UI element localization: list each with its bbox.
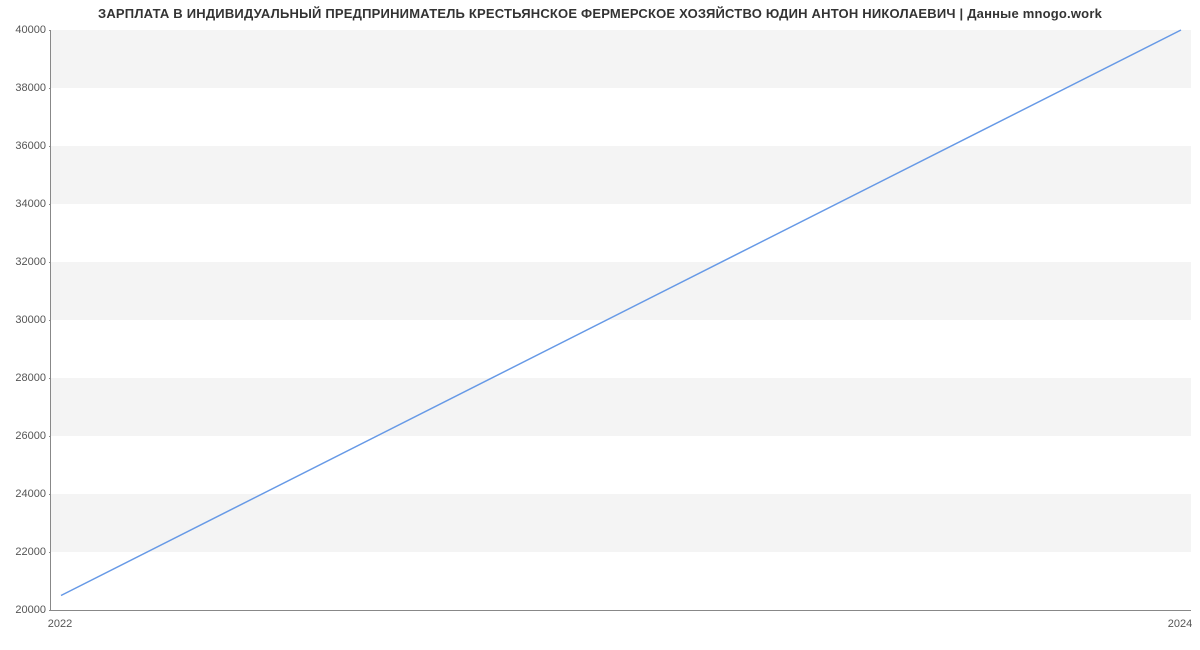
x-tick: 2022 — [48, 614, 72, 630]
plot-area — [50, 30, 1191, 611]
y-tick: 26000 — [15, 430, 46, 442]
line-series — [51, 30, 1191, 610]
y-tick: 38000 — [15, 82, 46, 94]
y-tick: 36000 — [15, 140, 46, 152]
y-tick: 22000 — [15, 546, 46, 558]
y-tick: 32000 — [15, 256, 46, 268]
x-tick: 2024 — [1168, 614, 1192, 630]
chart-title: ЗАРПЛАТА В ИНДИВИДУАЛЬНЫЙ ПРЕДПРИНИМАТЕЛ… — [0, 6, 1200, 21]
y-tick: 28000 — [15, 372, 46, 384]
y-tick: 40000 — [15, 24, 46, 36]
y-tick: 34000 — [15, 198, 46, 210]
salary-chart: ЗАРПЛАТА В ИНДИВИДУАЛЬНЫЙ ПРЕДПРИНИМАТЕЛ… — [0, 0, 1200, 650]
y-tick: 24000 — [15, 488, 46, 500]
y-tick: 20000 — [15, 604, 46, 616]
y-tick: 30000 — [15, 314, 46, 326]
